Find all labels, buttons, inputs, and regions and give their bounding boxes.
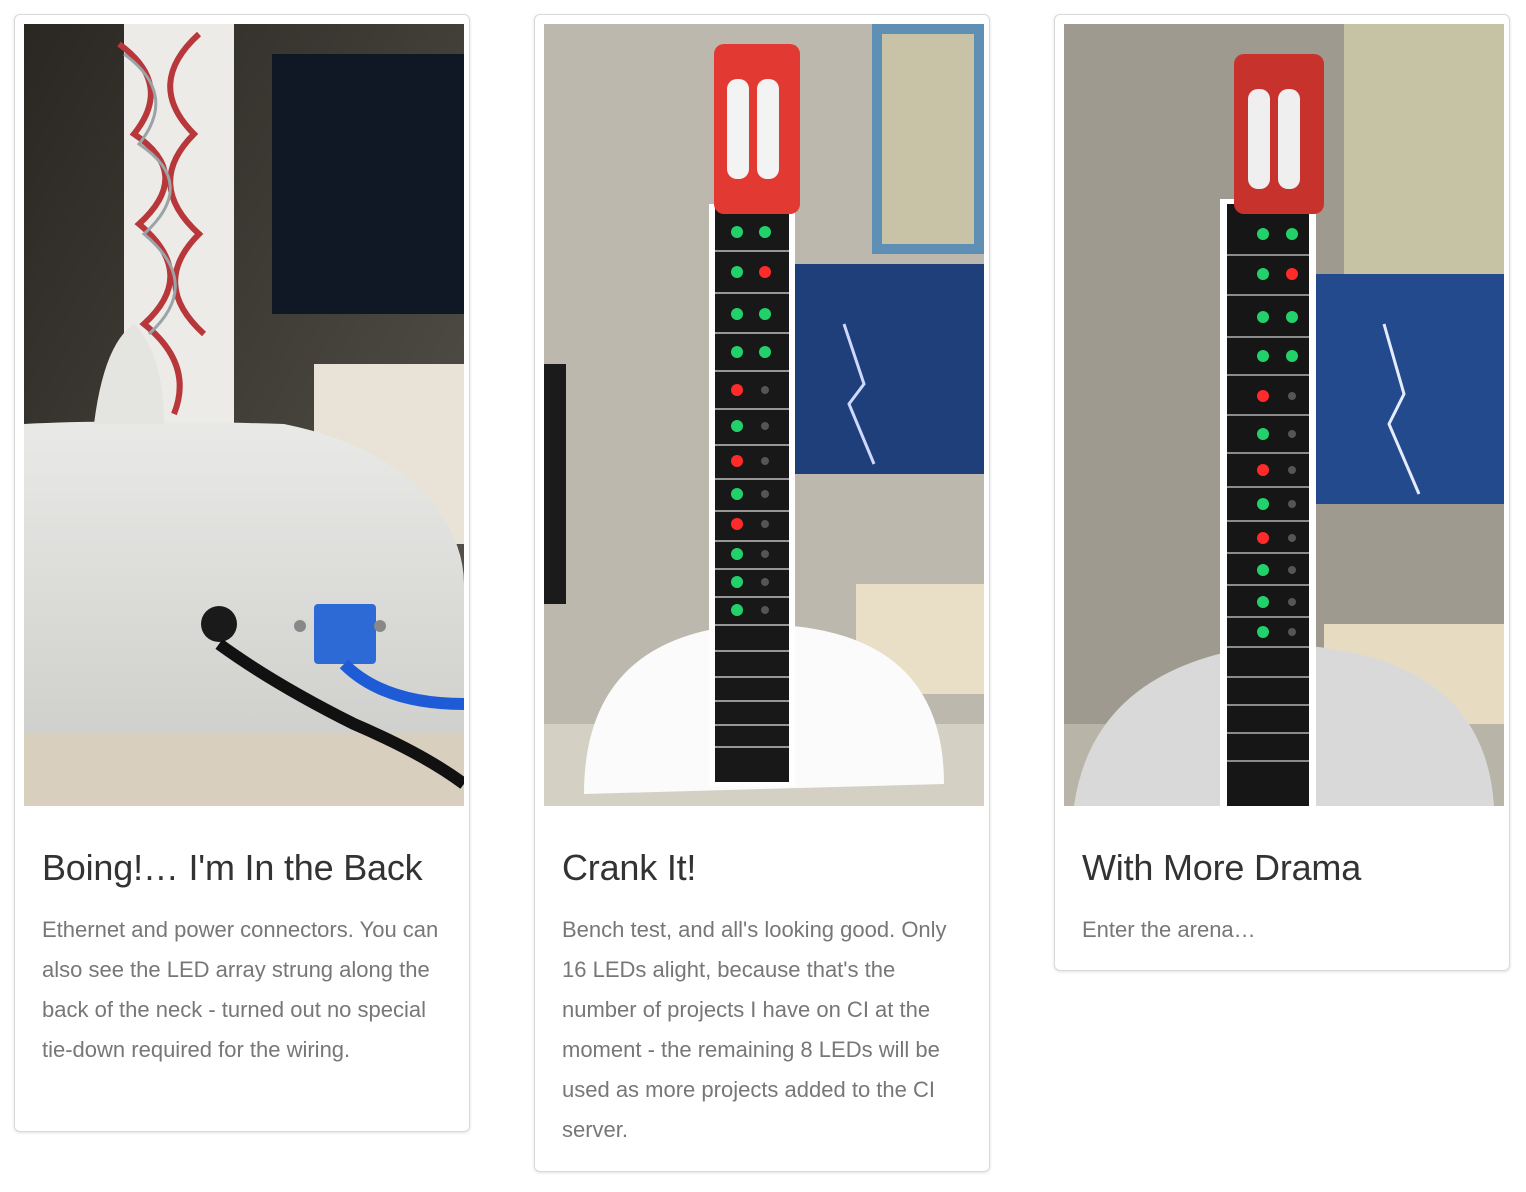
card-description: Ethernet and power connectors. You can a…: [42, 917, 439, 1062]
card-title: Crank It!: [562, 847, 697, 888]
guitar-drama-photo[interactable]: [1064, 24, 1504, 806]
card-title: With More Drama: [1082, 847, 1362, 888]
guitar-front-photo[interactable]: [544, 24, 984, 806]
thumbnail-card-drama: With More Drama Enter the arena…: [1054, 14, 1510, 971]
thumbnail-card-back: Boing!… I'm In the Back Ethernet and pow…: [14, 14, 470, 1132]
card-description: Bench test, and all's looking good. Only…: [562, 917, 947, 1142]
card-title: Boing!… I'm In the Back: [42, 847, 423, 888]
guitar-back-photo[interactable]: [24, 24, 464, 806]
card-description: Enter the arena…: [1082, 917, 1256, 942]
thumbnail-card-crank: Crank It! Bench test, and all's looking …: [534, 14, 990, 1172]
